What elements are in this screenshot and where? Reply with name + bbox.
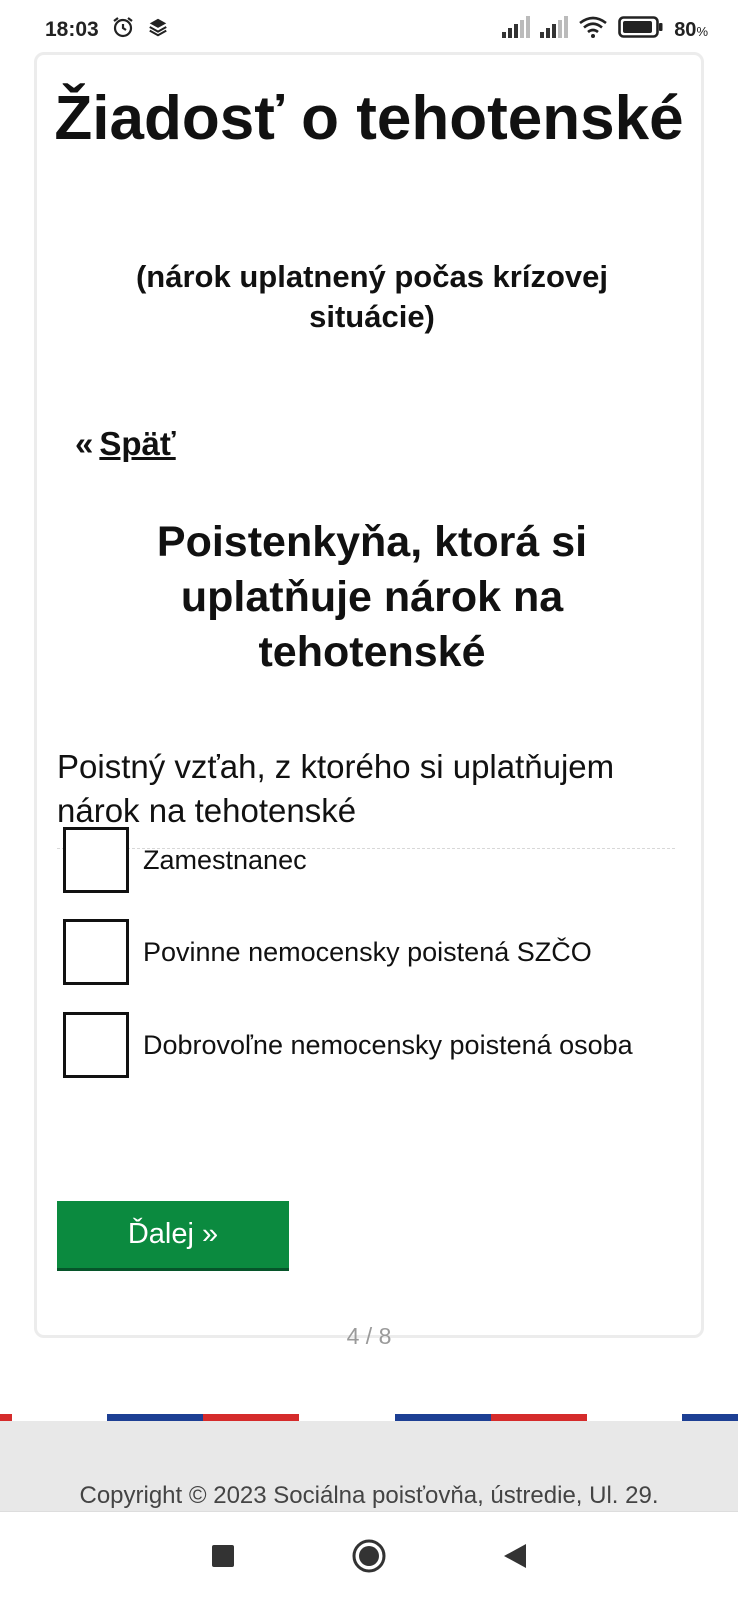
signal-icon-2 — [540, 16, 569, 44]
question-label: Poistný vzťah, z ktorého si uplatňujem n… — [57, 748, 615, 829]
back-link-label: Späť — [99, 425, 176, 462]
option-dobrovolne[interactable]: Dobrovoľne nemocensky poistená osoba — [63, 1012, 663, 1078]
double-chevron-left-icon: « — [75, 425, 94, 462]
copyright-text: Copyright © 2023 Sociálna poisťovňa, úst… — [79, 1482, 659, 1509]
navigation-bar — [0, 1511, 738, 1600]
status-time: 18:03 — [45, 18, 99, 41]
checkbox[interactable] — [63, 827, 129, 893]
section-title: Poistenkyňa, ktorá si uplatňuje nárok na… — [156, 518, 588, 676]
layers-icon — [147, 16, 169, 44]
flag-stripe — [491, 1414, 587, 1421]
signal-icon — [502, 16, 531, 44]
option-label: Zamestnanec — [143, 844, 307, 875]
battery-percent: 80 — [674, 18, 697, 41]
checkbox[interactable] — [63, 919, 129, 985]
form-card: Žiadosť o tehotenské (nárok uplatnený po… — [34, 52, 704, 1349]
flag-stripe — [107, 1414, 203, 1421]
back-button[interactable] — [485, 1526, 545, 1586]
status-right: 80% — [502, 16, 708, 44]
flag-stripe — [682, 1414, 738, 1421]
page-title: Žiadosť o tehotenské — [54, 84, 684, 153]
page-counter: 4 / 8 — [346, 1323, 392, 1349]
flag-stripe — [395, 1414, 491, 1421]
back-link[interactable]: « Späť — [75, 425, 176, 463]
option-label: Povinne nemocensky poistená SZČO — [143, 936, 592, 967]
status-bar: 18:03 80% — [0, 0, 738, 60]
flag-stripe — [0, 1414, 12, 1421]
next-button[interactable]: Ďalej » — [57, 1201, 289, 1271]
status-left: 18:03 — [45, 15, 169, 45]
battery-level: 80% — [674, 19, 708, 42]
option-label: Dobrovoľne nemocensky poistená osoba — [143, 1029, 633, 1060]
back-icon — [504, 1544, 526, 1568]
battery-icon — [618, 16, 664, 44]
recents-icon — [212, 1545, 234, 1567]
home-icon — [352, 1539, 386, 1573]
page-subtitle: (nárok uplatnený počas krízovej situácie… — [135, 259, 609, 334]
battery-unit: % — [696, 23, 708, 39]
wifi-icon — [578, 16, 608, 44]
home-button[interactable] — [339, 1526, 399, 1586]
option-szco[interactable]: Povinne nemocensky poistená SZČO — [63, 919, 663, 985]
option-zamestnanec[interactable]: Zamestnanec — [63, 827, 663, 893]
alarm-icon — [111, 15, 135, 45]
flag-stripe — [203, 1414, 299, 1421]
checkbox[interactable] — [63, 1012, 129, 1078]
recents-button[interactable] — [193, 1526, 253, 1586]
